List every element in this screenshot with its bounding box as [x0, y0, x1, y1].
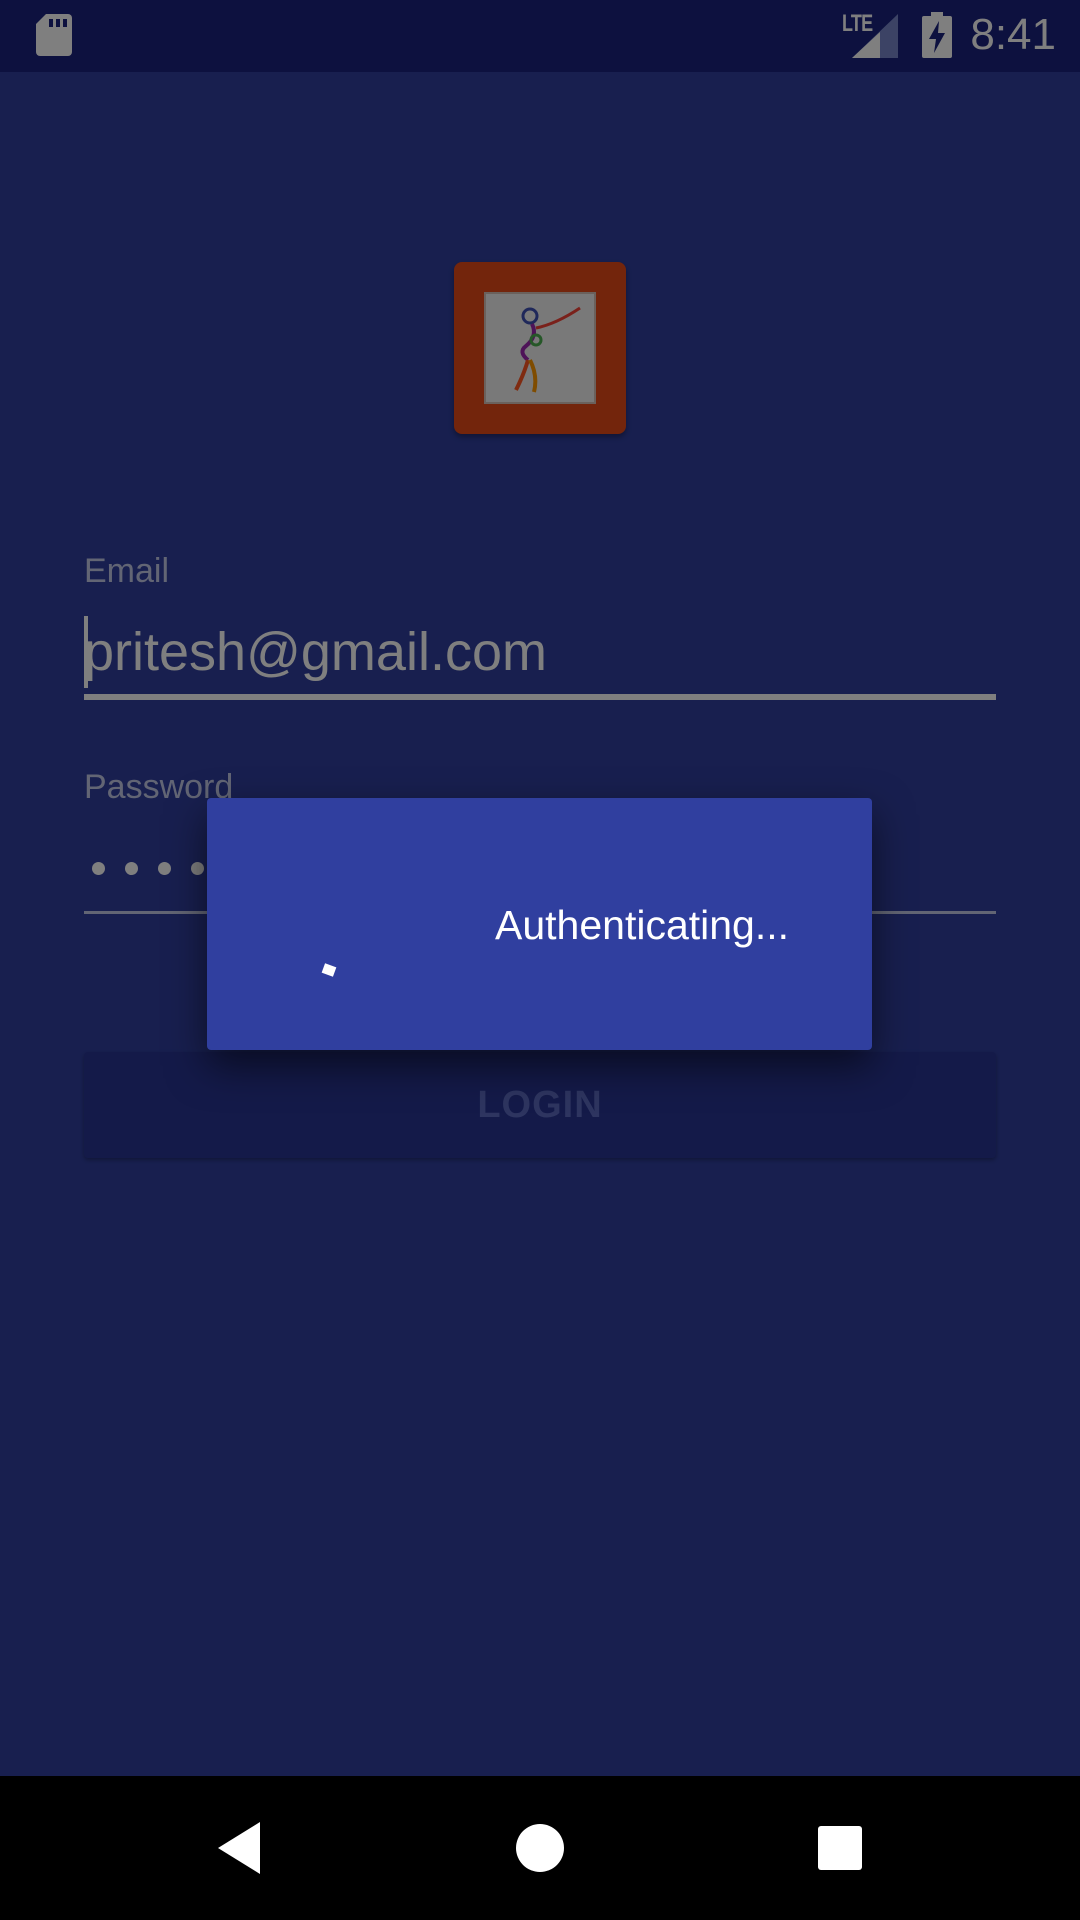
progress-spinner-icon: [321, 963, 337, 977]
progress-dialog: Authenticating...: [207, 798, 872, 1050]
login-screen: LTE 8:41 Email: [0, 0, 1080, 1920]
dialog-message: Authenticating...: [495, 902, 790, 948]
recents-icon[interactable]: [818, 1826, 862, 1870]
back-icon[interactable]: [214, 1820, 264, 1876]
home-icon[interactable]: [516, 1824, 564, 1872]
navigation-bar: [0, 1776, 1080, 1920]
